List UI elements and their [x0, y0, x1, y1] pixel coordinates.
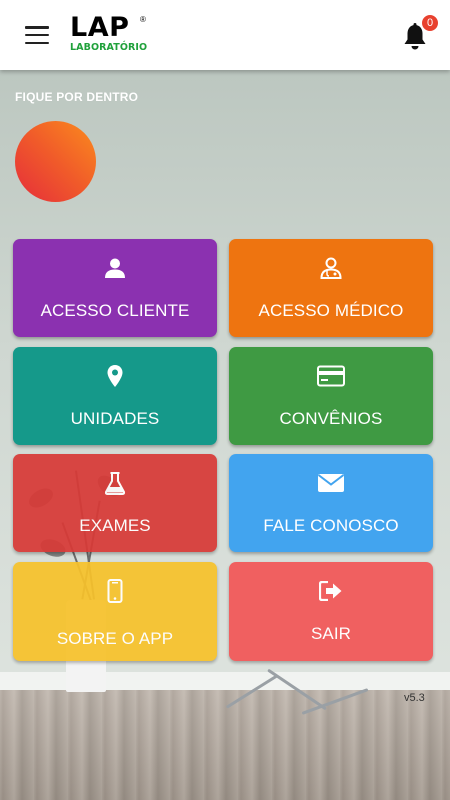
credit-card-icon	[317, 365, 345, 387]
tile-sobre-o-app[interactable]: SOBRE O APP	[13, 562, 217, 661]
notification-count-badge: 0	[421, 14, 439, 32]
tile-acesso-medico[interactable]: ACESSO MÉDICO	[229, 239, 433, 337]
map-marker-icon	[107, 365, 123, 387]
section-title: FIQUE POR DENTRO	[15, 90, 139, 104]
tile-label: SAIR	[310, 624, 352, 643]
logo-registered-mark: ®	[140, 15, 146, 24]
hamburger-icon-line	[25, 41, 49, 44]
lap-logo: LAP ® LABORATÓRIO	[70, 14, 152, 58]
tile-label: FALE CONOSCO	[263, 516, 399, 535]
tile-acesso-cliente[interactable]: ACESSO CLIENTE	[13, 239, 217, 337]
tile-label: ACESSO MÉDICO	[258, 301, 404, 320]
mobile-phone-icon	[107, 579, 123, 603]
menu-button[interactable]	[22, 22, 52, 48]
tile-convenios[interactable]: CONVÊNIOS	[229, 347, 433, 445]
envelope-icon	[317, 474, 345, 492]
hamburger-icon-line	[25, 33, 49, 37]
tile-exames[interactable]: EXAMES	[13, 454, 217, 552]
logo-subtitle: LABORATÓRIO	[70, 42, 148, 53]
hamburger-icon-line	[25, 26, 49, 29]
tile-label: CONVÊNIOS	[279, 409, 383, 428]
user-icon	[105, 258, 125, 278]
app-header: LAP ® LABORATÓRIO 0	[0, 0, 450, 70]
tile-label: EXAMES	[79, 516, 151, 535]
tile-sair[interactable]: SAIR	[229, 562, 433, 661]
app-version: v5.3	[404, 692, 425, 704]
sign-out-icon	[319, 581, 342, 601]
flask-icon	[104, 472, 126, 495]
tile-fale-conosco[interactable]: FALE CONOSCO	[229, 454, 433, 552]
tile-label: SOBRE O APP	[56, 629, 174, 648]
tile-unidades[interactable]: UNIDADES	[13, 347, 217, 445]
news-carousel-indicator[interactable]	[15, 121, 96, 202]
doctor-icon	[320, 257, 342, 279]
tile-label: UNIDADES	[70, 409, 160, 428]
tile-label: ACESSO CLIENTE	[40, 301, 190, 320]
notifications-button[interactable]: 0	[402, 14, 439, 54]
